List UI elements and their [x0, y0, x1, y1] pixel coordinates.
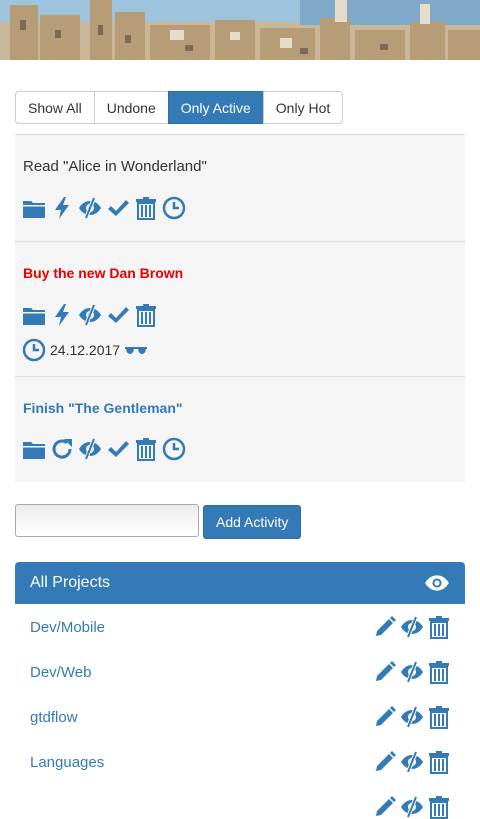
sunglasses-icon — [124, 338, 148, 362]
trash-icon[interactable] — [427, 660, 451, 684]
activity-actions — [22, 196, 186, 220]
filter-button-group: Show All Undone Only Active Only Hot — [15, 91, 344, 124]
check-icon[interactable] — [106, 196, 130, 220]
eye-slash-icon[interactable] — [78, 303, 102, 327]
filter-only-hot-button[interactable]: Only Hot — [262, 91, 344, 124]
trash-icon[interactable] — [134, 196, 158, 220]
eye-slash-icon[interactable] — [78, 196, 102, 220]
eye-slash-icon[interactable] — [400, 615, 424, 639]
project-row: Languages — [15, 741, 465, 786]
eye-slash-icon[interactable] — [400, 750, 424, 774]
project-actions — [373, 750, 451, 774]
activity-list: Read "Alice in Wonderland" Buy the new D… — [15, 134, 465, 482]
bolt-icon[interactable] — [50, 196, 74, 220]
eye-slash-icon[interactable] — [400, 705, 424, 729]
bolt-icon[interactable] — [50, 303, 74, 327]
clock-icon — [22, 338, 46, 362]
activity-title[interactable]: Finish "The Gentleman" — [23, 400, 183, 416]
eye-slash-icon[interactable] — [400, 795, 424, 819]
eye-icon[interactable] — [424, 570, 450, 596]
header-banner-image — [0, 0, 480, 60]
pencil-icon[interactable] — [373, 615, 397, 639]
project-name[interactable]: Dev/Web — [30, 664, 91, 681]
pencil-icon[interactable] — [373, 705, 397, 729]
check-icon[interactable] — [106, 437, 130, 461]
check-icon[interactable] — [106, 303, 130, 327]
new-activity-input[interactable] — [15, 503, 199, 537]
activity-title[interactable]: Read "Alice in Wonderland" — [23, 158, 207, 175]
add-activity-button[interactable]: Add Activity — [203, 505, 302, 539]
project-row: gtdflow — [15, 696, 465, 741]
folder-icon[interactable] — [22, 437, 46, 461]
filter-show-all-button[interactable]: Show All — [15, 91, 95, 124]
trash-icon[interactable] — [427, 615, 451, 639]
eye-slash-icon[interactable] — [78, 437, 102, 461]
folder-icon[interactable] — [22, 196, 46, 220]
project-actions — [373, 615, 451, 639]
pencil-icon[interactable] — [373, 750, 397, 774]
project-actions — [373, 705, 451, 729]
trash-icon[interactable] — [427, 750, 451, 774]
activity-actions — [22, 303, 158, 327]
filter-undone-button[interactable]: Undone — [93, 91, 169, 124]
clock-icon[interactable] — [162, 437, 186, 461]
clock-icon[interactable] — [162, 196, 186, 220]
filter-only-active-button[interactable]: Only Active — [167, 91, 264, 124]
activity-title[interactable]: Buy the new Dan Brown — [23, 265, 183, 281]
pencil-icon[interactable] — [373, 795, 397, 819]
add-activity-form: Add Activity — [15, 503, 302, 539]
project-name[interactable]: Languages — [30, 754, 104, 771]
project-row: Dev/Web — [15, 651, 465, 696]
project-name[interactable]: gtdflow — [30, 709, 78, 726]
project-row: Dev/Mobile — [15, 606, 465, 651]
project-actions — [373, 660, 451, 684]
folder-icon[interactable] — [22, 303, 46, 327]
activity-item: Read "Alice in Wonderland" — [15, 134, 465, 241]
activity-actions — [22, 437, 186, 461]
trash-icon[interactable] — [134, 437, 158, 461]
trash-icon[interactable] — [134, 303, 158, 327]
project-row-partial — [15, 786, 465, 819]
pencil-icon[interactable] — [373, 660, 397, 684]
trash-icon[interactable] — [427, 705, 451, 729]
activity-item: Finish "The Gentleman" — [15, 376, 465, 482]
eye-slash-icon[interactable] — [400, 660, 424, 684]
project-name[interactable]: Dev/Mobile — [30, 619, 105, 636]
due-date-row: 24.12.2017 — [22, 338, 148, 362]
trash-icon[interactable] — [427, 795, 451, 819]
projects-panel-header[interactable]: All Projects — [15, 562, 465, 604]
projects-header-label: All Projects — [30, 574, 111, 591]
due-date: 24.12.2017 — [50, 342, 121, 358]
project-actions — [373, 795, 451, 819]
project-list: Dev/Mobile Dev/Web gtdflow Languages — [15, 606, 465, 819]
refresh-icon[interactable] — [50, 437, 74, 461]
activity-item: Buy the new Dan Brown 24.12.2017 — [15, 241, 465, 376]
